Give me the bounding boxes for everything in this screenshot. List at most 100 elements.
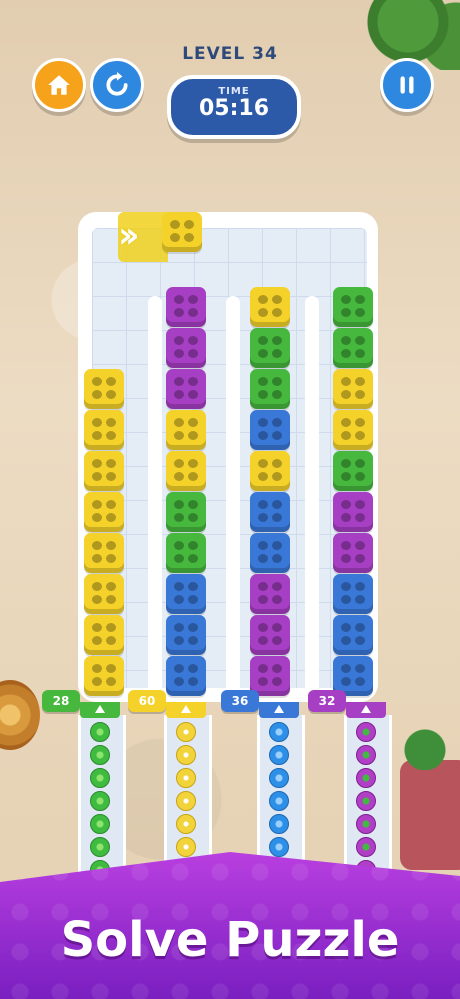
block-dots-icon bbox=[92, 623, 116, 645]
block-dots-icon bbox=[258, 377, 282, 399]
arrow-up-icon bbox=[361, 705, 371, 713]
stack-block[interactable] bbox=[333, 533, 373, 573]
level-label: LEVEL 34 bbox=[182, 44, 278, 64]
block-dots-icon bbox=[258, 664, 282, 686]
collected-gem bbox=[356, 745, 376, 765]
stack-block[interactable] bbox=[166, 574, 206, 614]
block-dots-icon bbox=[174, 582, 198, 604]
home-icon bbox=[48, 75, 70, 95]
block-dots-icon bbox=[258, 418, 282, 440]
collected-gem bbox=[269, 791, 289, 811]
block-dots-icon bbox=[341, 664, 365, 686]
pause-button[interactable] bbox=[380, 58, 434, 112]
stack-block[interactable] bbox=[250, 287, 290, 327]
incoming-block[interactable] bbox=[162, 212, 202, 252]
block-dots-icon bbox=[174, 623, 198, 645]
stack-block[interactable] bbox=[250, 410, 290, 450]
stack-block[interactable] bbox=[333, 328, 373, 368]
collected-gem bbox=[176, 814, 196, 834]
pause-icon bbox=[400, 76, 414, 94]
collected-gem bbox=[176, 722, 196, 742]
stack-block[interactable] bbox=[84, 574, 124, 614]
stack-block[interactable] bbox=[333, 369, 373, 409]
collected-gem bbox=[269, 768, 289, 788]
collected-gem bbox=[269, 745, 289, 765]
stack-block[interactable] bbox=[250, 574, 290, 614]
stack-block[interactable] bbox=[250, 533, 290, 573]
collected-gem bbox=[356, 814, 376, 834]
collected-gem bbox=[356, 722, 376, 742]
collected-gem bbox=[176, 745, 196, 765]
stack-block[interactable] bbox=[84, 533, 124, 573]
block-dots-icon bbox=[170, 220, 194, 242]
block-dots-icon bbox=[174, 377, 198, 399]
collected-gem bbox=[269, 837, 289, 857]
stack-block[interactable] bbox=[333, 574, 373, 614]
stack-block[interactable] bbox=[333, 410, 373, 450]
stack-block[interactable] bbox=[333, 492, 373, 532]
stack-block[interactable] bbox=[333, 615, 373, 655]
stack-block[interactable] bbox=[333, 451, 373, 491]
restart-button[interactable] bbox=[90, 58, 144, 112]
lane-counter: 60 bbox=[128, 690, 166, 712]
block-dots-icon bbox=[92, 418, 116, 440]
timer-panel: TIME 05:16 bbox=[167, 75, 301, 139]
block-dots-icon bbox=[92, 582, 116, 604]
stack-block[interactable] bbox=[166, 451, 206, 491]
block-dots-icon bbox=[174, 418, 198, 440]
block-dots-icon bbox=[258, 500, 282, 522]
collected-gem bbox=[176, 837, 196, 857]
block-dots-icon bbox=[174, 500, 198, 522]
block-dots-icon bbox=[341, 377, 365, 399]
stack-block[interactable] bbox=[166, 369, 206, 409]
block-dots-icon bbox=[341, 623, 365, 645]
lane-tab bbox=[166, 702, 206, 718]
stack-block[interactable] bbox=[250, 451, 290, 491]
stack-block[interactable] bbox=[166, 287, 206, 327]
stack-block[interactable] bbox=[84, 369, 124, 409]
block-dots-icon bbox=[174, 459, 198, 481]
stack-block[interactable] bbox=[166, 410, 206, 450]
stack-block[interactable] bbox=[250, 328, 290, 368]
stack-block[interactable] bbox=[84, 492, 124, 532]
stack-block[interactable] bbox=[166, 615, 206, 655]
column-divider bbox=[226, 296, 240, 702]
block-dots-icon bbox=[92, 459, 116, 481]
plant-decoration bbox=[400, 720, 450, 770]
stack-block[interactable] bbox=[250, 369, 290, 409]
stack-block[interactable] bbox=[250, 492, 290, 532]
arrow-up-icon bbox=[95, 705, 105, 713]
block-dots-icon bbox=[174, 664, 198, 686]
home-button[interactable] bbox=[32, 58, 86, 112]
stack-block[interactable] bbox=[84, 410, 124, 450]
lane-tab bbox=[259, 702, 299, 718]
stack-block[interactable] bbox=[166, 533, 206, 573]
column-divider bbox=[148, 296, 162, 702]
collected-gem bbox=[90, 837, 110, 857]
stack-block[interactable] bbox=[84, 451, 124, 491]
collected-gem bbox=[269, 722, 289, 742]
collected-gem bbox=[90, 791, 110, 811]
stack-block[interactable] bbox=[84, 615, 124, 655]
block-dots-icon bbox=[258, 541, 282, 563]
arrow-up-icon bbox=[274, 705, 284, 713]
stack-block[interactable] bbox=[250, 615, 290, 655]
stack-block[interactable] bbox=[166, 492, 206, 532]
block-dots-icon bbox=[258, 336, 282, 358]
lane-tab bbox=[346, 702, 386, 718]
lane-tab bbox=[80, 702, 120, 718]
block-dots-icon bbox=[258, 582, 282, 604]
stack-block[interactable] bbox=[166, 328, 206, 368]
block-dots-icon bbox=[92, 500, 116, 522]
stack-block[interactable] bbox=[166, 656, 206, 696]
collected-gem bbox=[356, 768, 376, 788]
lane-counter: 28 bbox=[42, 690, 80, 712]
collected-gem bbox=[90, 745, 110, 765]
collected-gem bbox=[90, 722, 110, 742]
lane-counter: 32 bbox=[308, 690, 346, 712]
stack-block[interactable] bbox=[84, 656, 124, 696]
stack-block[interactable] bbox=[333, 287, 373, 327]
banner-title: Solve Puzzle bbox=[60, 912, 400, 968]
block-dots-icon bbox=[341, 295, 365, 317]
block-dots-icon bbox=[92, 377, 116, 399]
